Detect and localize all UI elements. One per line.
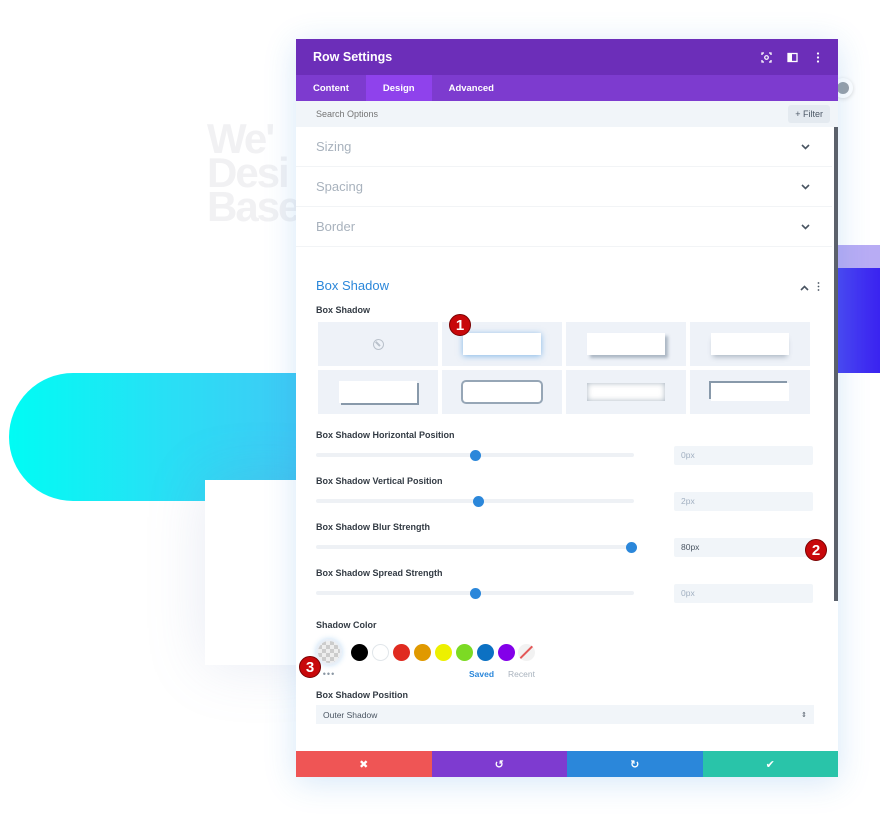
blue-block bbox=[836, 268, 880, 373]
save-button[interactable]: ✔ bbox=[702, 751, 838, 777]
tab-content[interactable]: Content bbox=[296, 75, 366, 101]
color-swatch[interactable] bbox=[477, 643, 494, 661]
section-spacing[interactable]: Spacing bbox=[296, 167, 832, 207]
section-title: Border bbox=[316, 219, 356, 234]
undo-button[interactable]: ↺ bbox=[431, 751, 567, 777]
modal-title: Row Settings bbox=[313, 50, 393, 64]
tab-bar: Content Design Advanced bbox=[296, 75, 838, 101]
box-shadow-position-label: Box Shadow Position bbox=[316, 690, 409, 700]
split-view-icon[interactable] bbox=[786, 51, 798, 63]
scrollbar[interactable] bbox=[834, 127, 838, 601]
chevron-down-icon bbox=[801, 142, 810, 152]
slider-field: Box Shadow Vertical Position 2px bbox=[296, 476, 832, 512]
slider-track[interactable] bbox=[316, 588, 634, 599]
filter-button[interactable]: + Filter bbox=[788, 105, 830, 123]
close-icon: ✖ bbox=[359, 758, 369, 771]
annotation-badge: 2 bbox=[805, 539, 827, 561]
section-border[interactable]: Border bbox=[296, 207, 832, 247]
clear-color-swatch[interactable] bbox=[518, 643, 535, 661]
color-swatch[interactable] bbox=[393, 643, 410, 661]
none-icon bbox=[372, 338, 384, 350]
slider-value-input[interactable]: 80px bbox=[674, 537, 813, 557]
lavender-strip bbox=[836, 245, 880, 268]
section-box-shadow[interactable]: Box Shadow bbox=[296, 247, 832, 299]
slider-label: Box Shadow Spread Strength bbox=[316, 568, 443, 578]
slider-track[interactable] bbox=[316, 542, 637, 553]
box-shadow-presets bbox=[318, 322, 832, 414]
select-value: Outer Shadow bbox=[323, 709, 378, 720]
tab-advanced[interactable]: Advanced bbox=[432, 75, 511, 101]
preset-4[interactable] bbox=[318, 370, 438, 414]
recent-colors-tab[interactable]: Recent bbox=[508, 669, 535, 679]
more-vertical-icon[interactable] bbox=[812, 51, 824, 63]
slider-track[interactable] bbox=[316, 496, 634, 507]
box-shadow-label: Box Shadow bbox=[316, 305, 371, 315]
focus-icon[interactable] bbox=[760, 51, 772, 63]
more-vertical-icon[interactable] bbox=[817, 282, 820, 293]
slider-value-input[interactable]: 0px bbox=[674, 445, 813, 465]
row-settings-modal: Row Settings Content Design Advanced + F… bbox=[296, 39, 838, 777]
slider-label: Box Shadow Vertical Position bbox=[316, 476, 443, 486]
color-swatch[interactable] bbox=[435, 643, 452, 661]
color-swatch[interactable] bbox=[498, 643, 515, 661]
slider-track[interactable] bbox=[316, 450, 634, 461]
color-swatch[interactable] bbox=[456, 643, 473, 661]
color-swatches bbox=[296, 639, 832, 665]
chevron-down-icon bbox=[801, 182, 810, 192]
redo-button[interactable]: ↻ bbox=[567, 751, 703, 777]
saved-colors-tab[interactable]: Saved bbox=[469, 669, 494, 679]
slider-field: Box Shadow Spread Strength 0px bbox=[296, 568, 832, 604]
color-swatch[interactable] bbox=[414, 643, 431, 661]
slider-field: Box Shadow Blur Strength 80px bbox=[296, 522, 832, 558]
modal-header: Row Settings bbox=[296, 39, 838, 75]
modal-footer: ✖ ↺ ↻ ✔ bbox=[296, 751, 838, 777]
cancel-button[interactable]: ✖ bbox=[296, 751, 432, 777]
preset-6[interactable] bbox=[566, 370, 686, 414]
slider-field: Box Shadow Horizontal Position 0px bbox=[296, 430, 832, 466]
section-title: Spacing bbox=[316, 179, 363, 194]
search-row: + Filter bbox=[296, 101, 838, 127]
slider-value-input[interactable]: 0px bbox=[674, 583, 813, 603]
preset-7[interactable] bbox=[690, 370, 810, 414]
preset-none[interactable] bbox=[318, 322, 438, 366]
section-title: Sizing bbox=[316, 139, 352, 154]
undo-icon: ↺ bbox=[494, 758, 504, 771]
preset-2[interactable] bbox=[566, 322, 686, 366]
annotation-badge: 3 bbox=[299, 656, 321, 678]
preset-5[interactable] bbox=[442, 370, 562, 414]
color-picker-button[interactable] bbox=[316, 639, 342, 665]
page: We' Desi Base Row Settings Content Desig… bbox=[0, 0, 880, 819]
slider-thumb[interactable] bbox=[625, 542, 637, 553]
settings-body: Sizing Spacing Border Box Shadow Box Sha… bbox=[296, 127, 832, 751]
select-arrows-icon: ⇕ bbox=[801, 711, 807, 719]
section-title: Box Shadow bbox=[316, 278, 389, 293]
slider-label: Box Shadow Blur Strength bbox=[316, 522, 431, 532]
preset-3[interactable] bbox=[690, 322, 810, 366]
color-swatch[interactable] bbox=[372, 643, 389, 661]
search-input[interactable] bbox=[316, 109, 789, 119]
slider-thumb[interactable] bbox=[470, 450, 481, 461]
redo-icon: ↻ bbox=[630, 758, 640, 771]
chevron-up-icon[interactable] bbox=[800, 283, 809, 293]
slider-label: Box Shadow Horizontal Position bbox=[316, 430, 455, 440]
check-icon: ✔ bbox=[765, 758, 775, 771]
box-shadow-position-select[interactable]: Outer Shadow ⇕ bbox=[316, 705, 814, 724]
color-swatch[interactable] bbox=[351, 643, 368, 661]
annotation-badge: 1 bbox=[449, 314, 471, 336]
slider-value-input[interactable]: 2px bbox=[674, 491, 813, 511]
heading-line: Base bbox=[207, 183, 301, 230]
slider-thumb[interactable] bbox=[470, 588, 481, 599]
section-sizing[interactable]: Sizing bbox=[296, 127, 832, 167]
shadow-color-label: Shadow Color bbox=[316, 620, 377, 630]
chevron-down-icon bbox=[801, 222, 810, 232]
tab-design[interactable]: Design bbox=[365, 75, 432, 101]
slider-thumb[interactable] bbox=[473, 496, 485, 507]
background-heading: We' Desi Base bbox=[207, 118, 301, 230]
